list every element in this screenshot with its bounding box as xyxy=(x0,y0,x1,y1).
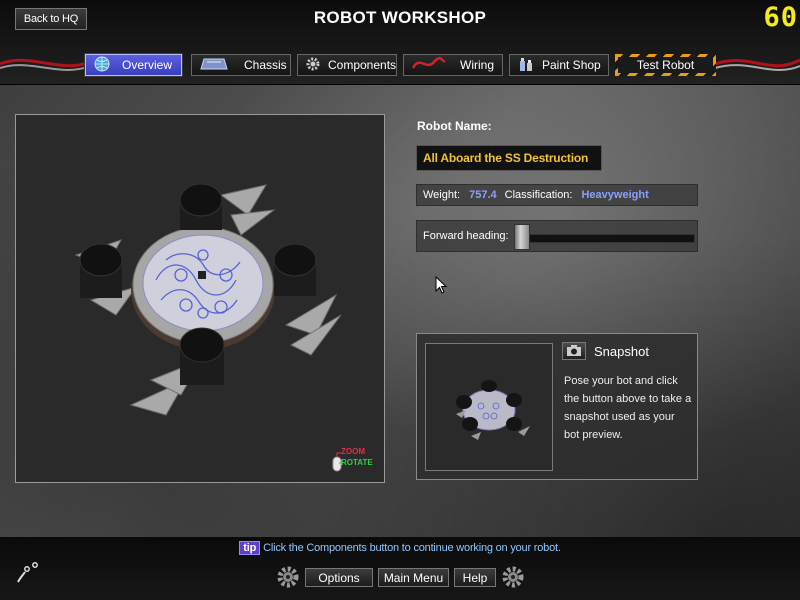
tab-label: Chassis xyxy=(244,58,287,72)
globe-icon xyxy=(94,56,110,75)
wire-icon xyxy=(411,56,446,74)
snapshot-title: Snapshot xyxy=(594,344,649,359)
tab-label: Overview xyxy=(122,58,173,72)
snapshot-panel: Snapshot Pose your bot and click the but… xyxy=(416,333,698,480)
tab-overview[interactable]: Overview xyxy=(85,54,182,76)
forward-heading-slider-track[interactable] xyxy=(521,234,695,243)
robot-model xyxy=(74,183,342,416)
tab-label: Components xyxy=(328,58,397,72)
snapshot-preview xyxy=(425,343,553,471)
forward-heading-slider-handle[interactable] xyxy=(514,224,530,250)
tab-label: Wiring xyxy=(460,58,495,72)
tip-badge: tip xyxy=(239,541,261,555)
tab-test-robot[interactable]: Test Robot xyxy=(615,54,716,76)
gear-icon xyxy=(306,57,320,74)
camera-icon xyxy=(567,345,581,356)
logo-icon xyxy=(17,562,38,583)
zoom-hint-label: ZOOM xyxy=(341,447,365,456)
tab-label: Paint Shop xyxy=(542,58,601,72)
paint-can-icon xyxy=(518,56,534,75)
robot-name-label: Robot Name: xyxy=(417,119,492,133)
help-button[interactable]: Help xyxy=(454,568,496,587)
tab-wiring[interactable]: Wiring xyxy=(403,54,503,76)
main-menu-button[interactable]: Main Menu xyxy=(378,568,449,587)
gear-icon xyxy=(502,566,524,588)
weight-value: 757.4 xyxy=(469,189,497,201)
gear-icon xyxy=(277,566,299,588)
tip-bar: tip Click the Components button to contin… xyxy=(0,541,800,555)
tab-components[interactable]: Components xyxy=(297,54,397,76)
robot-name-input[interactable]: All Aboard the SS Destruction xyxy=(416,145,602,171)
snapshot-button[interactable] xyxy=(562,342,586,360)
weight-label: Weight: xyxy=(423,189,461,201)
tab-label: Test Robot xyxy=(636,58,695,72)
options-button[interactable]: Options xyxy=(305,568,373,587)
rotate-hint-label: ROTATE xyxy=(341,458,373,467)
robot-3d-viewport[interactable]: ZOOM ROTATE xyxy=(15,114,385,483)
tip-text: Click the Components button to continue … xyxy=(263,542,561,554)
page-title: ROBOT WORKSHOP xyxy=(313,8,487,27)
classification-label: Classification: xyxy=(504,189,573,201)
forward-heading-control: Forward heading: xyxy=(416,220,698,252)
frame-counter: 60 xyxy=(763,2,798,33)
chassis-icon xyxy=(200,57,228,74)
robot-stats-bar: Weight: 757.4 Classification: Heavyweigh… xyxy=(416,184,698,206)
classification-value: Heavyweight xyxy=(581,189,649,201)
snapshot-description: Pose your bot and click the button above… xyxy=(564,375,692,441)
tab-chassis[interactable]: Chassis xyxy=(191,54,291,76)
robot-preview-image xyxy=(456,380,530,440)
mouse-cursor-icon xyxy=(435,276,447,294)
forward-heading-label: Forward heading: xyxy=(423,230,509,242)
robot-name-value: All Aboard the SS Destruction xyxy=(423,151,589,165)
tab-paint-shop[interactable]: Paint Shop xyxy=(509,54,609,76)
